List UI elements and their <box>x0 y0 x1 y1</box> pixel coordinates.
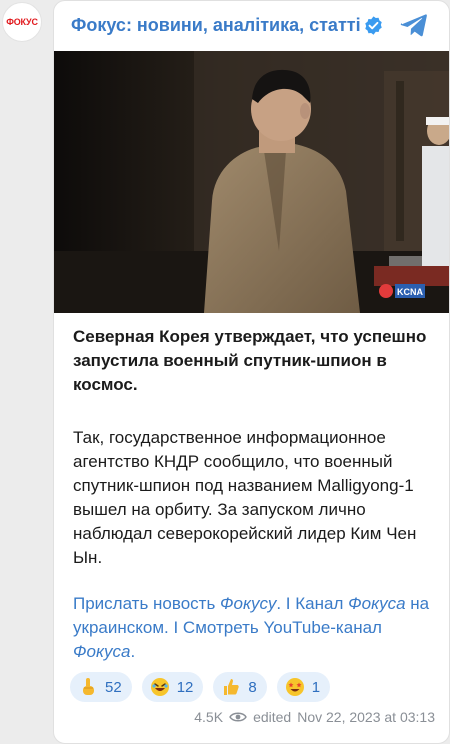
reaction-count: 8 <box>248 678 257 696</box>
rofl-emoji-icon <box>150 678 169 696</box>
pointing-up-icon <box>83 678 94 695</box>
link-text: Прислать новость <box>73 594 221 613</box>
link-separator: . I <box>276 594 296 613</box>
post-body: Так, государственное информационное аген… <box>73 428 417 567</box>
link-text-italic: Фокуса <box>348 594 406 613</box>
post-links: Прислать новость Фокусу. I Канал Фокуса … <box>73 592 433 664</box>
post-headline: Северная Корея утверждает, что успешно з… <box>73 327 427 394</box>
link-end: . <box>130 642 136 661</box>
reaction-star-struck[interactable]: 1 <box>276 672 331 702</box>
link-text: Смотреть YouTube-канал <box>182 618 382 637</box>
send-news-link[interactable]: Прислать новость Фокусу <box>73 594 276 613</box>
reaction-count: 1 <box>311 678 321 696</box>
edited-label: edited <box>253 709 292 725</box>
message-card: Фокус: новини, аналітика, статті KCNA Се… <box>53 0 450 744</box>
news-photo[interactable]: KCNA <box>54 51 449 313</box>
reactions-bar: 52 12 8 1 <box>70 672 331 702</box>
telegram-share-icon[interactable] <box>400 12 428 38</box>
message-timestamp: Nov 22, 2023 at 03:13 <box>297 709 435 725</box>
eye-icon <box>229 712 247 722</box>
message-footer: 4.5K edited Nov 22, 2023 at 03:13 <box>194 709 435 725</box>
link-separator: . I <box>164 618 183 637</box>
star-struck-emoji-icon <box>285 678 304 696</box>
reaction-thumbs-up[interactable]: 8 <box>213 672 267 702</box>
reaction-rofl[interactable]: 12 <box>141 672 204 702</box>
message-header: Фокус: новини, аналітика, статті <box>54 1 449 51</box>
channel-avatar[interactable]: ФОКУС <box>2 2 42 42</box>
verified-badge-icon <box>365 16 382 35</box>
avatar-logo-text: ФОКУС <box>6 17 38 27</box>
reaction-count: 12 <box>176 678 194 696</box>
reaction-pointing-up[interactable]: 52 <box>70 672 132 702</box>
thumbs-up-icon <box>224 679 240 695</box>
channel-title[interactable]: Фокус: новини, аналітика, статті <box>71 15 361 36</box>
reaction-count: 52 <box>105 678 122 696</box>
link-text-italic: Фокусу <box>220 594 277 613</box>
link-text-italic: Фокуса <box>73 642 131 661</box>
link-text: Канал <box>295 594 349 613</box>
photo-watermark: KCNA <box>397 287 423 297</box>
view-count: 4.5K <box>194 709 224 725</box>
